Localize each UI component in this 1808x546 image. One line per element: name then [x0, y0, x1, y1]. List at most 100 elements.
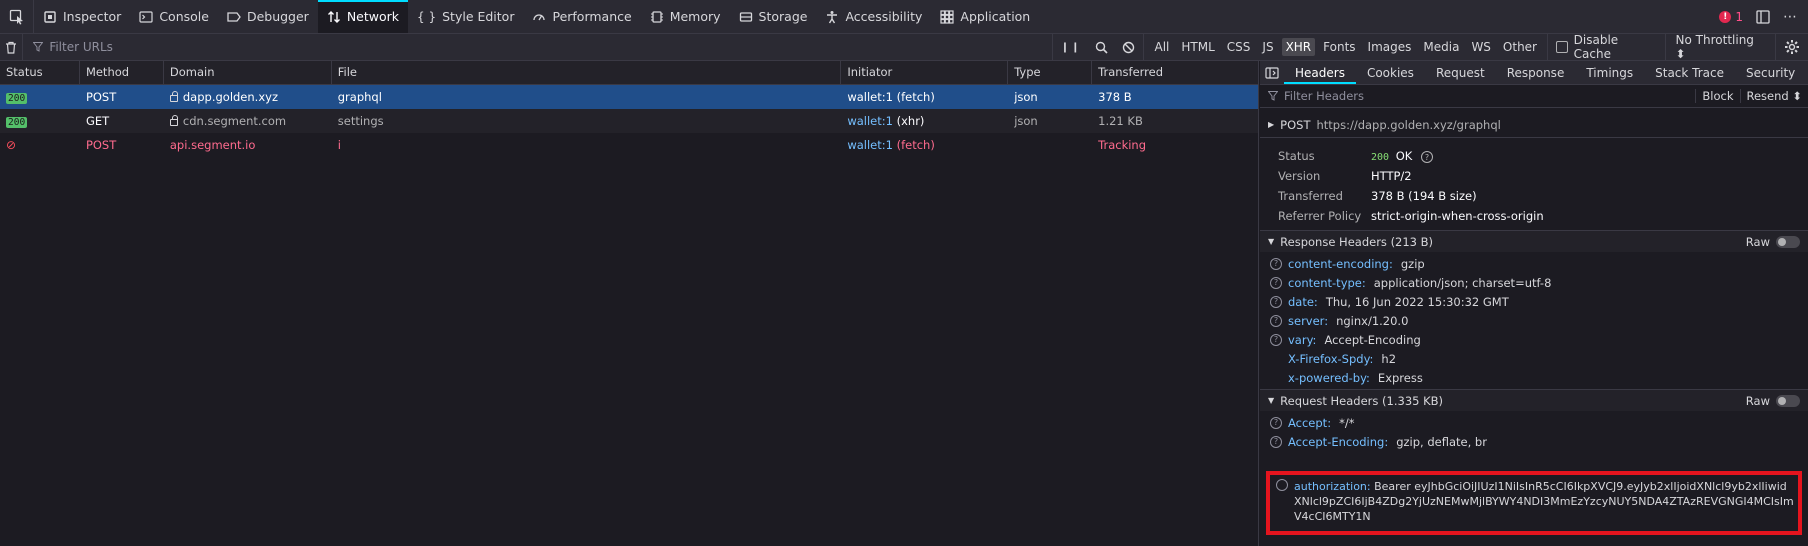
block-button[interactable]: Block [1695, 89, 1739, 103]
raw-toggle[interactable] [1776, 235, 1800, 248]
column-domain[interactable]: Domain [164, 61, 332, 84]
block-requests-icon[interactable] [1122, 41, 1135, 54]
initiator-link[interactable]: wallet:1 [847, 90, 893, 104]
help-icon[interactable]: ? [1270, 333, 1282, 346]
checkbox-box[interactable] [1556, 41, 1568, 53]
header-row[interactable]: x-powered-by: Express [1260, 368, 1808, 387]
filter-headers-field[interactable]: Filter Headers Block Resend ⬍ [1260, 85, 1808, 108]
header-row[interactable]: ? date: Thu, 16 Jun 2022 15:30:32 GMT [1260, 292, 1808, 311]
header-row[interactable]: ? server: nginx/1.20.0 [1260, 311, 1808, 330]
help-icon[interactable]: ? [1270, 295, 1282, 308]
header-row[interactable]: ? Accept-Encoding: gzip, deflate, br [1260, 432, 1808, 451]
help-icon[interactable]: ? [1270, 276, 1282, 289]
column-initiator[interactable]: Initiator [841, 61, 1009, 84]
header-row[interactable]: X-Firefox-Spdy: h2 [1260, 349, 1808, 368]
header-row[interactable]: ? Accept: */* [1260, 413, 1808, 432]
details-tab-response[interactable]: Response [1496, 61, 1576, 84]
raw-toggle[interactable] [1776, 394, 1800, 407]
network-settings-button[interactable] [1775, 34, 1808, 60]
filter-type-other[interactable]: Other [1499, 38, 1541, 56]
filter-type-media[interactable]: Media [1419, 38, 1463, 56]
initiator-link[interactable]: wallet:1 [847, 138, 893, 152]
resend-button[interactable]: Resend ⬍ [1739, 89, 1808, 103]
header-row[interactable]: ? content-encoding: gzip [1260, 254, 1808, 273]
network-icon [327, 10, 341, 24]
help-icon[interactable]: ? [1270, 257, 1282, 270]
disable-cache-checkbox[interactable]: Disable Cache [1547, 33, 1665, 61]
help-icon[interactable]: ? [1270, 416, 1282, 429]
filter-urls-field[interactable]: Filter URLs [23, 40, 1051, 54]
header-row[interactable]: ? vary: Accept-Encoding [1260, 330, 1808, 349]
request-summary[interactable]: ▶ POST https://dapp.golden.xyz/graphql [1260, 108, 1808, 138]
table-row[interactable]: 200 GET cdn.segment.com settings wallet:… [0, 109, 1258, 133]
raw-label: Raw [1745, 393, 1770, 408]
response-headers-header[interactable]: ▼ Response Headers (213 B) Raw [1260, 230, 1808, 252]
details-tab-security[interactable]: Security [1735, 61, 1806, 84]
tab-inspector[interactable]: Inspector [34, 0, 130, 33]
column-method[interactable]: Method [80, 61, 164, 84]
filter-type-css[interactable]: CSS [1223, 38, 1255, 56]
element-picker-button[interactable] [0, 0, 34, 33]
cell-domain: cdn.segment.com [164, 114, 332, 128]
header-name: date: [1288, 294, 1318, 309]
more-options-icon[interactable]: ⋯ [1783, 9, 1798, 25]
filter-type-all[interactable]: All [1150, 38, 1173, 56]
tab-console[interactable]: Console [130, 0, 218, 33]
tab-memory[interactable]: Memory [641, 0, 730, 33]
request-headers-header[interactable]: ▼ Request Headers (1.335 KB) Raw [1260, 389, 1808, 411]
details-tab-cookies[interactable]: Cookies [1356, 61, 1425, 84]
tab-debugger[interactable]: Debugger [218, 0, 318, 33]
raw-label: Raw [1745, 234, 1770, 249]
toggle-panel-button[interactable] [1260, 66, 1284, 79]
header-value: h2 [1381, 351, 1397, 366]
tab-storage[interactable]: Storage [730, 0, 817, 33]
debugger-icon [227, 10, 241, 24]
filter-type-ws[interactable]: WS [1467, 38, 1494, 56]
cell-status: ⊘ [0, 138, 80, 152]
help-icon[interactable]: ? [1420, 151, 1433, 164]
tab-style-editor[interactable]: { } Style Editor [408, 0, 523, 33]
search-icon[interactable] [1095, 41, 1109, 54]
details-tab-stack-trace[interactable]: Stack Trace [1644, 61, 1735, 84]
header-value: application/json; charset=utf-8 [1373, 275, 1552, 290]
details-tab-request[interactable]: Request [1425, 61, 1496, 84]
table-row[interactable]: ⊘ POST api.segment.io i wallet:1 (fetch)… [0, 133, 1258, 157]
error-count-badge[interactable]: ! 1 [1719, 10, 1743, 24]
column-transferred[interactable]: Transferred [1092, 61, 1258, 84]
initiator-link[interactable]: wallet:1 [847, 114, 893, 128]
throttling-select[interactable]: No Throttling ⬍ [1664, 33, 1775, 61]
version-label: Version [1278, 169, 1321, 183]
table-row[interactable]: 200 POST dapp.golden.xyz graphql wallet:… [0, 85, 1258, 109]
tab-application[interactable]: Application [931, 0, 1039, 33]
filter-type-fonts[interactable]: Fonts [1319, 38, 1359, 56]
domain-text: cdn.segment.com [182, 114, 287, 128]
help-icon[interactable] [1276, 479, 1288, 491]
filter-type-js[interactable]: JS [1258, 38, 1277, 56]
tab-performance[interactable]: Performance [523, 0, 640, 33]
domain-text: api.segment.io [169, 138, 256, 152]
clear-requests-button[interactable] [0, 34, 24, 60]
status-row: Status 200 OK ? [1260, 146, 1808, 166]
filter-headers-placeholder: Filter Headers [1284, 89, 1365, 103]
trash-icon [6, 41, 17, 54]
column-file[interactable]: File [332, 61, 842, 84]
header-name: content-encoding: [1288, 256, 1393, 271]
transferred-value: 378 B (194 B size) [1371, 189, 1477, 203]
filter-type-images[interactable]: Images [1364, 38, 1416, 56]
tab-accessibility[interactable]: Accessibility [816, 0, 931, 33]
details-tabs: Headers Cookies Request Response Timings Stac… [1260, 61, 1808, 85]
header-row[interactable]: ? content-type: application/json; charset=… [1260, 273, 1808, 292]
column-type[interactable]: Type [1008, 61, 1093, 84]
details-tab-headers[interactable]: Headers [1284, 61, 1356, 84]
pause-icon[interactable]: ❙❙ [1061, 42, 1082, 53]
help-icon[interactable]: ? [1270, 435, 1282, 448]
dock-side-icon[interactable] [1755, 9, 1771, 25]
filter-type-xhr[interactable]: XHR [1281, 38, 1316, 56]
help-icon[interactable]: ? [1270, 314, 1282, 327]
filter-type-html[interactable]: HTML [1177, 38, 1218, 56]
header-name: x-powered-by: [1288, 370, 1370, 385]
column-status[interactable]: Status [0, 61, 80, 84]
details-tab-timings[interactable]: Timings [1575, 61, 1644, 84]
request-type-filters: All HTML CSS JS XHR Fonts Images Media WS Other [1143, 34, 1547, 60]
tab-network[interactable]: Network [317, 0, 409, 33]
